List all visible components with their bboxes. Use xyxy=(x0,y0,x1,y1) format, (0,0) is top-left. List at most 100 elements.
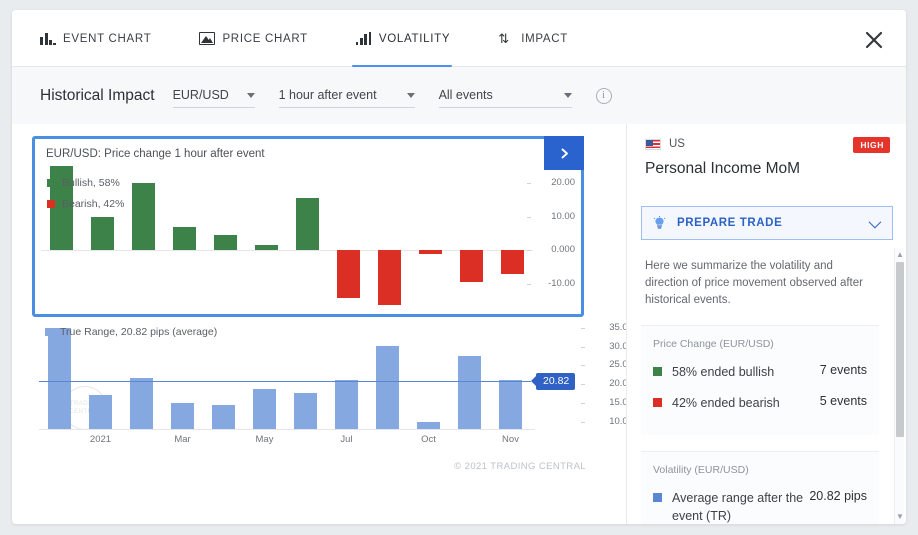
chart-bar xyxy=(91,216,114,251)
panel-scroll-body: Here we summarize the volatility and dir… xyxy=(627,248,893,524)
swatch-bearish xyxy=(653,398,662,407)
tab-event-chart[interactable]: EVENT CHART xyxy=(36,10,169,67)
filter-bar: Historical Impact EUR/USD 1 hour after e… xyxy=(12,67,906,124)
x-axis-tick-label: Nov xyxy=(502,434,519,445)
x-axis-tick-label: Jul xyxy=(340,434,353,445)
price-change-y-axis: 20.00 10.00 0.000 -10.00 xyxy=(523,163,575,311)
average-range-line xyxy=(39,380,531,383)
currency-pair-select[interactable]: EUR/USD xyxy=(172,84,255,108)
panel-description: Here we summarize the volatility and dir… xyxy=(645,260,863,306)
tab-impact-label: IMPACT xyxy=(521,32,569,45)
scroll-up-arrow-icon[interactable]: ▲ xyxy=(896,250,904,260)
x-axis-tick-label: 2021 xyxy=(89,434,112,445)
chart-bar xyxy=(460,250,483,283)
true-range-y-axis: 35.00 30.00 25.00 20.00 15.00 10.00 xyxy=(577,322,633,429)
price-change-chart-panel[interactable]: EUR/USD: Price change 1 hour after event… xyxy=(32,136,584,317)
tab-volatility[interactable]: VOLATILITY xyxy=(351,10,468,67)
chart-bar xyxy=(501,250,524,274)
row-value: 20.82 pips xyxy=(809,489,867,503)
status-badge: HIGH xyxy=(853,137,890,153)
events-filter-value: All events xyxy=(438,88,493,102)
scroll-down-arrow-icon[interactable]: ▼ xyxy=(896,512,904,522)
section-price-change: Price Change (EUR/USD) 58% ended bullish… xyxy=(641,325,879,435)
chart-bar xyxy=(89,395,112,429)
chevron-down-icon xyxy=(246,92,255,98)
bar-chart-icon xyxy=(40,31,56,46)
x-axis-tick-label: May xyxy=(255,434,274,445)
row-label: 42% ended bearish xyxy=(672,396,780,410)
y-axis-tick-mark xyxy=(527,183,531,185)
tab-event-chart-label: EVENT CHART xyxy=(63,32,152,45)
chart-bar xyxy=(417,421,440,429)
legend-swatch-true-range xyxy=(45,328,53,336)
legend-swatch-bearish xyxy=(47,200,55,208)
swatch-bullish xyxy=(653,367,662,376)
true-range-chart-panel[interactable]: True Range, 20.82 pips (average) TRADING… xyxy=(35,322,633,454)
true-range-plot xyxy=(39,324,531,429)
y-axis-tick-mark xyxy=(581,384,585,385)
legend-swatch-bullish xyxy=(47,179,55,187)
list-item: Average range after the event (TR) 20.82… xyxy=(653,489,867,524)
tab-price-chart-label: PRICE CHART xyxy=(222,32,308,45)
chart-bar xyxy=(48,327,71,429)
country-label: US xyxy=(669,138,685,150)
section-volatility: Volatility (EUR/USD) Average range after… xyxy=(641,451,879,524)
event-header: US HIGH Personal Income MoM xyxy=(645,137,890,178)
tab-volatility-label: VOLATILITY xyxy=(378,32,451,45)
y-axis-tick-mark xyxy=(581,327,585,329)
scrollbar-thumb[interactable] xyxy=(896,262,904,437)
country-row: US HIGH xyxy=(645,137,890,153)
y-axis-tick-mark xyxy=(581,402,585,404)
y-axis-tick-label: 20.00 xyxy=(551,177,575,189)
chart-bar xyxy=(132,182,155,251)
y-axis-tick-label: -10.00 xyxy=(548,278,575,290)
chevron-down-icon xyxy=(868,215,882,228)
timeframe-value: 1 hour after event xyxy=(278,88,377,102)
page-title: Historical Impact xyxy=(40,86,155,104)
x-axis-tick-label: Oct xyxy=(421,434,436,445)
legend-label-bullish: Bullish, 58% xyxy=(62,177,120,189)
chart-bar xyxy=(130,378,153,429)
x-axis-tick-label: Mar xyxy=(174,434,191,445)
charts-column: EUR/USD: Price change 1 hour after event… xyxy=(12,124,633,524)
legend-label-true-range: True Range, 20.82 pips (average) xyxy=(60,326,218,338)
chevron-right-icon xyxy=(561,148,568,158)
row-label: Average range after the event (TR) xyxy=(672,491,804,523)
y-axis-tick-mark xyxy=(581,346,585,348)
tab-bar: EVENT CHART PRICE CHART VOLATILITY ⇅ IMP… xyxy=(12,10,906,67)
y-axis-tick-mark xyxy=(581,421,585,423)
close-icon[interactable] xyxy=(860,26,888,54)
chart-bar xyxy=(294,393,317,429)
us-flag-icon xyxy=(645,138,661,150)
true-range-legend: True Range, 20.82 pips (average) xyxy=(45,326,217,338)
chevron-down-icon xyxy=(563,92,572,98)
currency-pair-value: EUR/USD xyxy=(172,88,229,102)
panel-scrollbar[interactable]: ▲ ▼ xyxy=(894,248,904,524)
row-value: 5 events xyxy=(819,394,867,408)
event-details-panel: US HIGH Personal Income MoM PREPARE TRAD… xyxy=(626,124,906,524)
tab-price-chart[interactable]: PRICE CHART xyxy=(195,10,325,67)
events-filter-select[interactable]: All events xyxy=(438,84,572,108)
prepare-trade-button[interactable]: PREPARE TRADE xyxy=(641,206,893,240)
chart-bar xyxy=(253,388,276,429)
chart-bar xyxy=(419,250,442,254)
chevron-down-icon xyxy=(406,92,415,98)
swatch-true-range xyxy=(653,493,662,502)
chart-bar xyxy=(296,198,319,251)
true-range-bars xyxy=(39,324,531,429)
tab-impact[interactable]: ⇅ IMPACT xyxy=(494,10,586,67)
legend-item-bullish: Bullish, 58% xyxy=(47,177,124,189)
up-down-arrows-icon: ⇅ xyxy=(498,31,510,46)
price-change-chart-title: EUR/USD: Price change 1 hour after event xyxy=(46,148,265,160)
timeframe-select[interactable]: 1 hour after event xyxy=(278,84,415,108)
chart-bar xyxy=(212,404,235,429)
chart-bar xyxy=(337,250,360,298)
info-icon[interactable]: i xyxy=(595,87,612,104)
volatility-card: EVENT CHART PRICE CHART VOLATILITY ⇅ IMP… xyxy=(12,10,906,524)
chart-bar xyxy=(376,345,399,429)
chart-bar xyxy=(173,226,196,251)
tab-list: EVENT CHART PRICE CHART VOLATILITY ⇅ IMP… xyxy=(36,10,612,67)
mountain-chart-icon xyxy=(199,32,216,45)
chart-bar xyxy=(378,250,401,305)
lightbulb-icon xyxy=(653,215,666,231)
